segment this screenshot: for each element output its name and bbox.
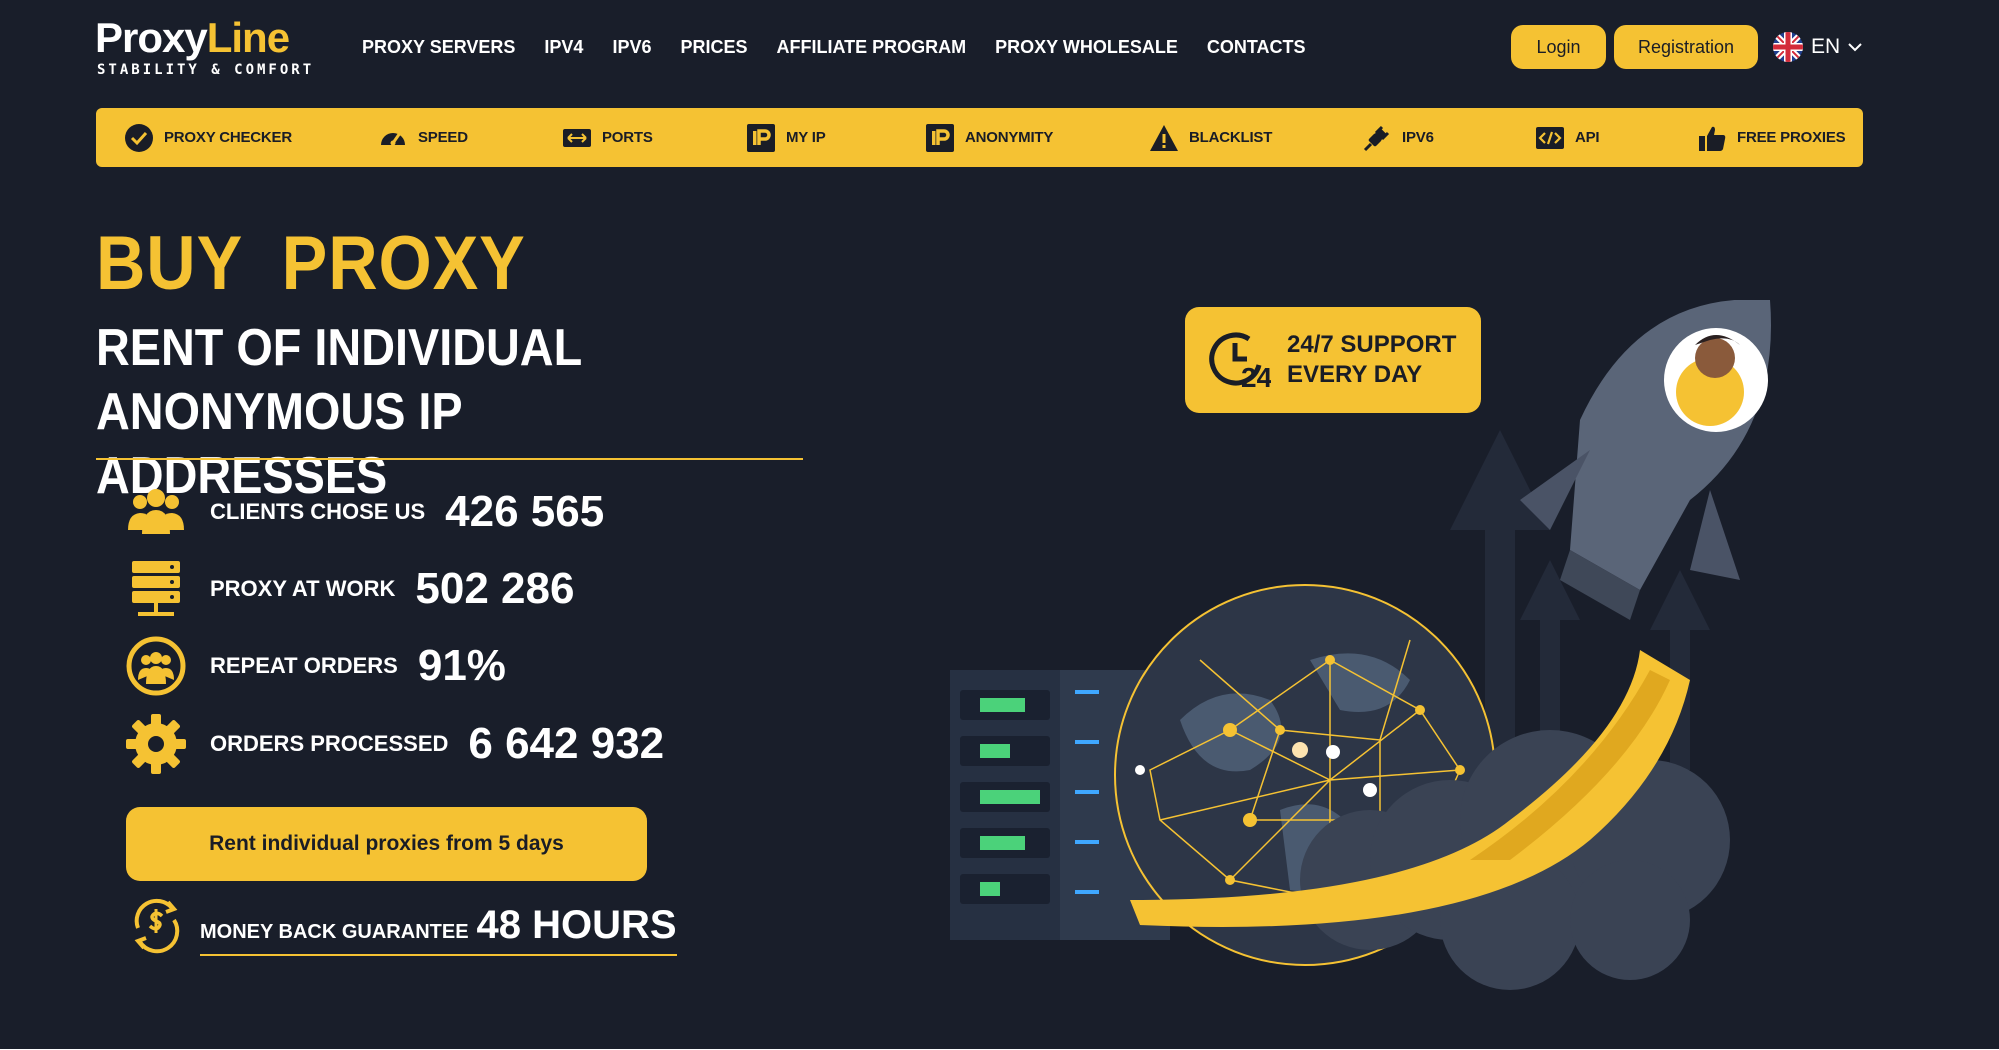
repeat-users-icon xyxy=(126,636,186,696)
rocket-decoration xyxy=(1520,300,1771,620)
tool-label: BLACKLIST xyxy=(1189,129,1273,146)
code-icon xyxy=(1536,126,1564,149)
support-line1: 24/7 SUPPORT xyxy=(1287,331,1457,358)
page: ProxyLine STABILITY & COMFORT PROXY SERV… xyxy=(0,0,1999,1050)
nav-ipv4[interactable]: IPV4 xyxy=(544,36,583,58)
language-code: EN xyxy=(1811,35,1841,58)
tool-label: API xyxy=(1575,129,1600,146)
stat-repeat-orders: REPEAT ORDERS 91% xyxy=(124,634,506,698)
guarantee-value: 48 HOURS xyxy=(476,903,677,947)
registration-button[interactable]: Registration xyxy=(1614,25,1758,69)
tool-label: SPEED xyxy=(418,129,468,146)
support-line2: EVERY DAY xyxy=(1287,361,1423,388)
nav-affiliate-program[interactable]: AFFILIATE PROGRAM xyxy=(777,36,967,58)
stat-proxy-at-work: PROXY AT WORK 502 286 xyxy=(124,557,574,621)
ports-arrows-icon xyxy=(563,128,591,147)
rent-proxies-button[interactable]: Rent individual proxies from 5 days xyxy=(126,807,647,881)
stat-orders-processed: ORDERS PROCESSED 6 642 932 xyxy=(124,712,664,776)
thumbs-up-icon xyxy=(1699,126,1726,151)
brand-wordmark: ProxyLine xyxy=(95,14,290,61)
tool-ports[interactable]: PORTS xyxy=(562,108,653,167)
stat-value: 91% xyxy=(417,641,506,690)
support-text: 24/7 SUPPORT EVERY DAY xyxy=(1287,330,1456,390)
tool-ipv6[interactable]: IPV6 xyxy=(1362,108,1434,167)
stat-value: 6 642 932 xyxy=(468,719,665,768)
plug-icon xyxy=(1363,125,1390,151)
guarantee-text: MONEY BACK GUARANTEE 48 HOURS xyxy=(200,903,677,956)
warning-icon xyxy=(1150,124,1178,151)
tool-label: MY IP xyxy=(786,129,826,146)
stat-value: 426 565 xyxy=(445,487,605,536)
speedometer-icon xyxy=(381,131,405,145)
tool-api[interactable]: API xyxy=(1535,108,1600,167)
nav-proxy-servers[interactable]: PROXY SERVERS xyxy=(362,36,515,58)
stat-label: REPEAT ORDERS xyxy=(210,653,398,678)
language-selector[interactable]: EN xyxy=(1773,29,1862,65)
dollar-refresh-icon xyxy=(134,898,180,954)
tool-label: FREE PROXIES xyxy=(1737,129,1846,146)
nav-ipv6[interactable]: IPV6 xyxy=(612,36,651,58)
stat-label: CLIENTS CHOSE US xyxy=(210,499,426,524)
gear-icon xyxy=(126,714,186,774)
support-badge: 24 24/7 SUPPORT EVERY DAY xyxy=(1185,307,1481,413)
tool-proxy-checker[interactable]: PROXY CHECKER xyxy=(124,108,292,167)
tool-anonymity[interactable]: ANONYMITY xyxy=(925,108,1053,167)
tools-toolbar: PROXY CHECKER SPEED PORTS MY IP ANONYMIT… xyxy=(96,108,1863,167)
server-stack-icon xyxy=(132,561,180,616)
nav-contacts[interactable]: CONTACTS xyxy=(1207,36,1306,58)
clock-24-icon: 24 xyxy=(1209,332,1271,393)
nav-prices[interactable]: PRICES xyxy=(680,36,747,58)
chevron-down-icon xyxy=(1848,43,1862,52)
tool-label: PORTS xyxy=(602,129,653,146)
stat-label: PROXY AT WORK xyxy=(210,576,396,601)
brand-name-part2: Line xyxy=(206,14,290,61)
tool-free-proxies[interactable]: FREE PROXIES xyxy=(1697,108,1846,167)
tool-label: PROXY CHECKER xyxy=(164,129,292,146)
tool-label: IPV6 xyxy=(1402,129,1434,146)
brand-tagline: STABILITY & COMFORT xyxy=(97,62,315,78)
ip-badge-icon xyxy=(926,123,954,152)
tool-speed[interactable]: SPEED xyxy=(378,108,468,167)
login-button[interactable]: Login xyxy=(1511,25,1606,69)
clock-24-label: 24 xyxy=(1241,362,1271,393)
hero-title: BUY PROXY xyxy=(96,221,526,306)
hero-subtitle-line1: RENT OF INDIVIDUAL xyxy=(96,319,583,377)
tool-label: ANONYMITY xyxy=(965,129,1054,146)
stat-label: ORDERS PROCESSED xyxy=(210,731,449,756)
stat-value: 502 286 xyxy=(415,564,575,613)
stat-clients: CLIENTS CHOSE US 426 565 xyxy=(124,480,604,544)
uk-flag-icon xyxy=(1773,32,1803,62)
main-nav: PROXY SERVERS IPV4 IPV6 PRICES AFFILIATE… xyxy=(362,36,1306,58)
hero-divider xyxy=(96,458,803,460)
ip-badge-icon xyxy=(747,123,775,152)
users-group-icon xyxy=(128,489,184,534)
brand-name-part1: Proxy xyxy=(95,14,208,61)
check-circle-icon xyxy=(125,123,153,152)
guarantee-label: MONEY BACK GUARANTEE xyxy=(200,921,469,943)
tool-blacklist[interactable]: BLACKLIST xyxy=(1149,108,1272,167)
nav-proxy-wholesale[interactable]: PROXY WHOLESALE xyxy=(995,36,1178,58)
money-back-guarantee: MONEY BACK GUARANTEE 48 HOURS xyxy=(128,892,677,956)
tool-my-ip[interactable]: MY IP xyxy=(746,108,826,167)
brand-logo[interactable]: ProxyLine STABILITY & COMFORT xyxy=(95,16,325,82)
